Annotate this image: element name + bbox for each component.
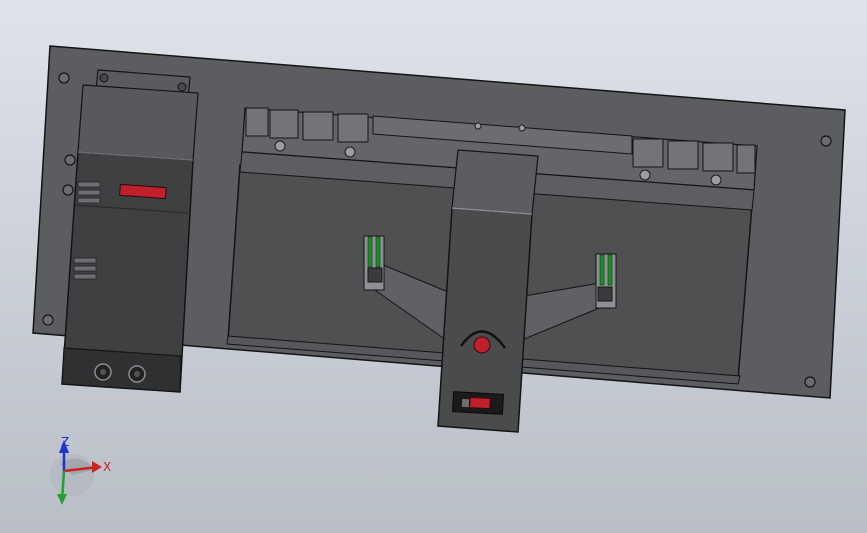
left-contact-clip bbox=[367, 267, 383, 283]
vent-slots-lower bbox=[73, 257, 97, 280]
bracket-hole bbox=[177, 82, 187, 92]
controller-module[interactable] bbox=[61, 69, 199, 393]
handle-lock-red-tab bbox=[469, 397, 491, 409]
y-axis-arrow bbox=[57, 494, 67, 505]
controller-upper-body bbox=[77, 84, 199, 161]
left-contact-green bbox=[367, 236, 373, 268]
mounting-hole bbox=[42, 314, 54, 326]
z-axis-label: Z bbox=[61, 435, 69, 449]
knob-center bbox=[100, 369, 106, 375]
right-contact-green bbox=[607, 254, 613, 286]
coordinate-triad[interactable]: Z X bbox=[50, 435, 111, 505]
right-contact-green bbox=[599, 254, 605, 286]
handle-red-button[interactable] bbox=[473, 336, 491, 354]
mounting-hole bbox=[64, 154, 76, 166]
mounting-hole bbox=[820, 135, 832, 147]
left-contact-green bbox=[375, 236, 381, 268]
lock-latch bbox=[461, 398, 470, 408]
mounting-hole bbox=[804, 376, 816, 388]
x-axis-label: X bbox=[103, 460, 111, 474]
knob-center bbox=[134, 371, 140, 377]
mounting-hole bbox=[58, 72, 70, 84]
controller-bottom-panel bbox=[61, 347, 182, 393]
cad-scene[interactable]: Z X bbox=[0, 0, 867, 533]
mounting-hole bbox=[62, 184, 74, 196]
cad-viewport[interactable]: Z X bbox=[0, 0, 867, 533]
vent-slots-upper bbox=[77, 181, 101, 204]
x-axis-arrow bbox=[92, 461, 102, 473]
right-contact-clip bbox=[597, 286, 613, 302]
bracket-hole bbox=[99, 73, 109, 83]
central-handle-top bbox=[451, 149, 539, 215]
